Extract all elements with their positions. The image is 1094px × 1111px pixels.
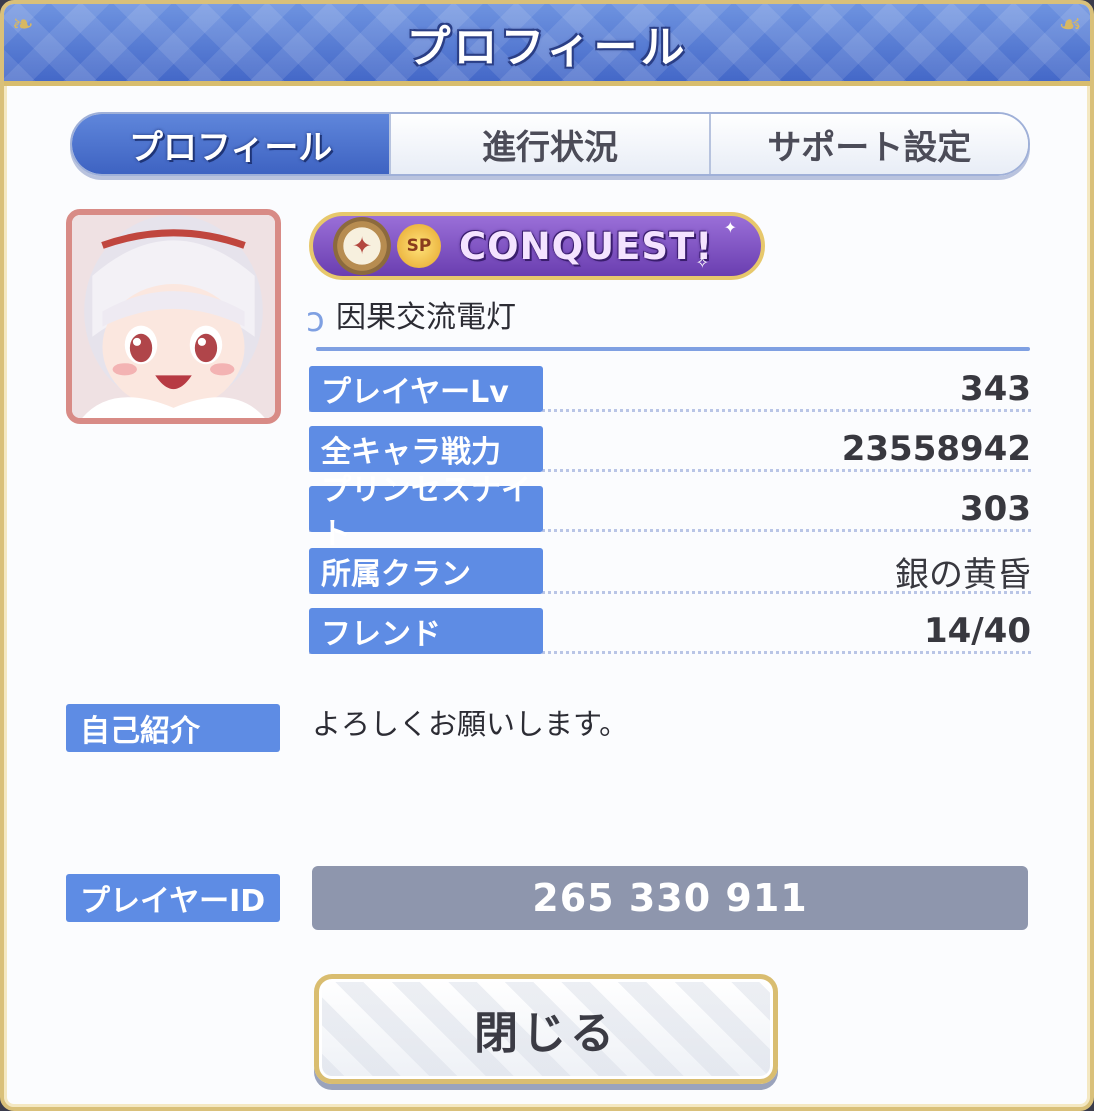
sparkle-icon: ✧ <box>695 253 709 272</box>
corner-ornament-icon: ❧ <box>12 10 34 40</box>
corner-ornament-icon: ☙ <box>1058 10 1082 40</box>
title-bar: ❧ ☙ プロフィール <box>4 4 1090 86</box>
profile-dialog: ❧ ☙ プロフィール プロフィール 進行状況 サポート設定 ✦ SP CONQU… <box>0 0 1094 1111</box>
tab-bar: プロフィール 進行状況 サポート設定 <box>70 112 1030 176</box>
sparkle-icon: ✦ <box>723 218 737 237</box>
stat-value: 銀の黄昏 <box>895 554 1031 595</box>
stat-value: 23558942 <box>841 429 1031 469</box>
sp-badge-icon: SP <box>397 224 441 268</box>
stat-value: 343 <box>960 369 1031 409</box>
tab-progress[interactable]: 進行状況 <box>389 114 709 174</box>
stat-label: プリンセスナイト <box>309 473 543 552</box>
conquest-badge: ✦ SP CONQUEST! ✦ ✧ <box>309 212 765 280</box>
stat-row-princess-knight: プリンセスナイト 303 <box>309 473 1031 552</box>
avatar <box>66 209 281 424</box>
stat-label: フレンド <box>309 608 543 654</box>
close-button[interactable]: 閉じる <box>314 974 778 1084</box>
stat-label: 所属クラン <box>309 548 543 594</box>
stat-row-clan: 所属クラン 銀の黄昏 <box>309 548 1031 595</box>
tab-support-settings[interactable]: サポート設定 <box>708 114 1028 174</box>
player-name: 因果交流電灯 <box>336 300 516 335</box>
player-id-label: プレイヤーID <box>66 874 280 922</box>
flourish-icon: ↄ <box>306 300 325 340</box>
tab-profile[interactable]: プロフィール <box>72 114 390 174</box>
name-underline <box>316 347 1030 351</box>
compass-icon: ✦ <box>333 217 391 275</box>
stat-row-friends: フレンド 14/40 <box>309 608 1031 654</box>
dialog-title: プロフィール <box>406 21 688 73</box>
badge-text: CONQUEST! <box>459 224 714 268</box>
intro-label: 自己紹介 <box>66 704 280 752</box>
stat-row-player-level: プレイヤーLv 343 <box>309 366 1031 412</box>
intro-text: よろしくお願いします。 <box>312 707 629 741</box>
stat-label: プレイヤーLv <box>309 366 543 412</box>
stat-value: 14/40 <box>923 611 1031 651</box>
character-portrait-icon <box>72 215 275 418</box>
stat-value: 303 <box>960 489 1031 529</box>
player-id-value: 265 330 911 <box>312 866 1028 930</box>
